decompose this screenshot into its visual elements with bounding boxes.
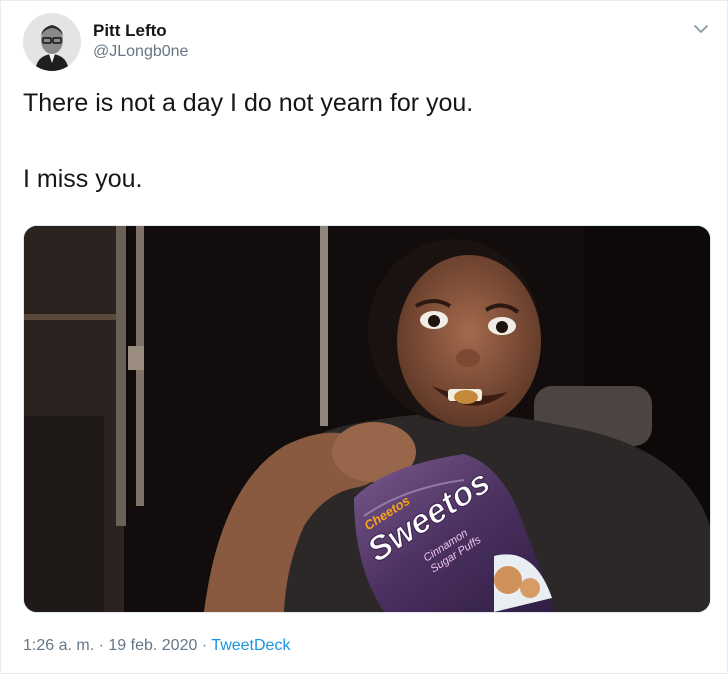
display-name[interactable]: Pitt Lefto — [93, 20, 188, 42]
tweet-time[interactable]: 1:26 a. m. — [23, 637, 94, 654]
tweet-text: There is not a day I do not yearn for yo… — [23, 87, 703, 195]
tweet-line-1: There is not a day I do not yearn for yo… — [23, 89, 474, 117]
avatar[interactable] — [23, 13, 81, 71]
meta-separator: · — [98, 637, 104, 654]
photo-image: Cheetos Sweetos Cinnamon Sugar Puffs — [24, 226, 710, 612]
tweet-card: Pitt Lefto @JLongb0ne There is not a day… — [0, 0, 728, 674]
meta-separator: · — [201, 637, 208, 654]
tweet-source-link[interactable]: TweetDeck — [211, 637, 290, 654]
handle[interactable]: @JLongb0ne — [93, 42, 188, 62]
avatar-image — [23, 13, 81, 71]
tweet-photo[interactable]: Cheetos Sweetos Cinnamon Sugar Puffs — [23, 225, 711, 613]
tweet-header: Pitt Lefto @JLongb0ne — [23, 13, 188, 71]
tweet-date[interactable]: 19 feb. 2020 — [108, 637, 197, 654]
tweet-meta: 1:26 a. m. · 19 feb. 2020 · TweetDeck — [23, 635, 290, 657]
author-names: Pitt Lefto @JLongb0ne — [93, 20, 188, 62]
tweet-line-2: I miss you. — [23, 165, 143, 193]
chevron-down-icon[interactable] — [689, 17, 713, 41]
